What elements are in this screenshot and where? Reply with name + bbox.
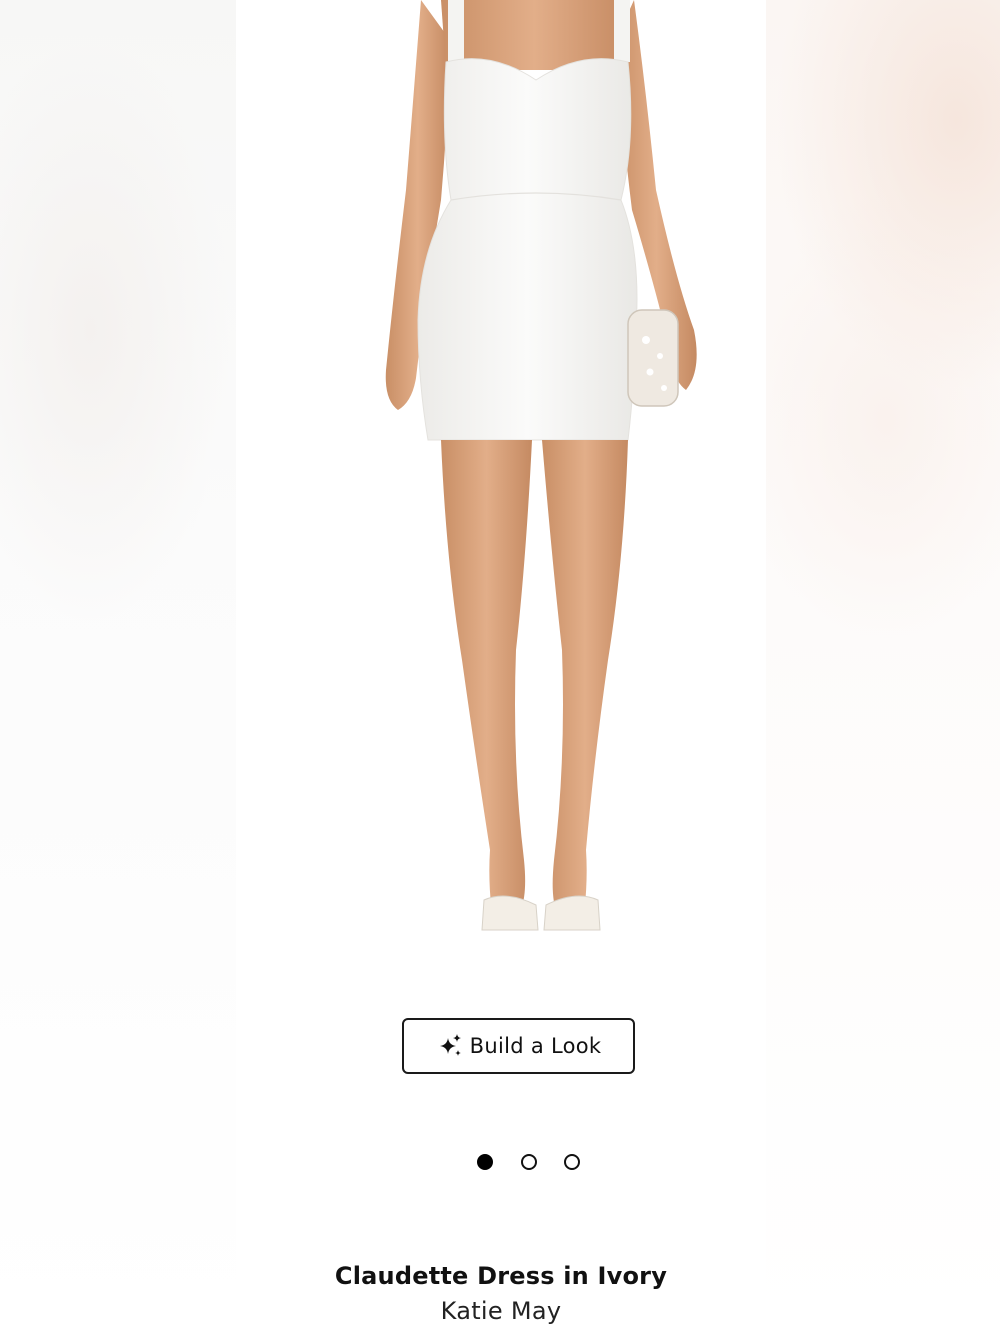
product-brand[interactable]: Katie May — [236, 1297, 766, 1325]
build-a-look-label: Build a Look — [469, 1034, 602, 1058]
carousel-dot-3[interactable] — [564, 1154, 580, 1170]
background-blur-right — [766, 0, 1000, 1333]
background-blur-left — [0, 0, 236, 1333]
product-image[interactable] — [236, 0, 766, 965]
product-title[interactable]: Claudette Dress in Ivory — [236, 1262, 766, 1290]
sparkles-icon — [439, 1034, 461, 1056]
carousel-pagination — [236, 1150, 766, 1174]
build-a-look-button[interactable]: Build a Look — [402, 1018, 635, 1074]
product-panel: Build a Look Claudette Dress in Ivory Ka… — [236, 0, 766, 1333]
carousel-dot-1[interactable] — [477, 1154, 493, 1170]
carousel-dot-2[interactable] — [521, 1154, 537, 1170]
